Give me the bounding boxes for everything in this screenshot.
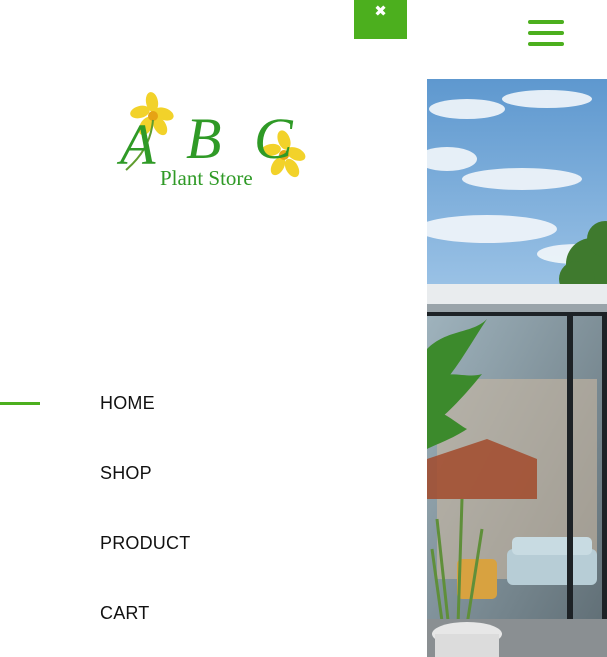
close-icon: ✖ (374, 2, 387, 20)
nav-link-product[interactable]: PRODUCT (100, 529, 190, 557)
nav-item-home: HOME (100, 389, 190, 459)
nav-link-home[interactable]: HOME (100, 389, 155, 417)
logo-letter-b: B (186, 106, 221, 171)
nav-item-shop: SHOP (100, 459, 190, 529)
logo-letter-c: C (254, 106, 294, 171)
hamburger-bar (528, 42, 564, 46)
nav-link-cart[interactable]: CART (100, 599, 149, 627)
nav-link-shop[interactable]: SHOP (100, 459, 152, 487)
page: ✖ A B C Plant Store HOME SHOP PRODUCT CA… (0, 0, 607, 657)
active-nav-indicator (0, 402, 40, 405)
hamburger-menu-icon[interactable] (526, 18, 566, 48)
close-button[interactable]: ✖ (354, 0, 407, 39)
hamburger-bar (528, 31, 564, 35)
nav-item-product: PRODUCT (100, 529, 190, 599)
hamburger-bar (528, 20, 564, 24)
nav-menu: HOME SHOP PRODUCT CART (100, 389, 190, 657)
nav-item-cart: CART (100, 599, 190, 657)
logo-tagline: Plant Store (160, 166, 253, 190)
logo-letter-a: A (116, 112, 156, 177)
side-drawer: ✖ A B C Plant Store HOME SHOP PRODUCT CA… (0, 0, 427, 657)
hero-image (427, 79, 607, 657)
store-logo[interactable]: A B C Plant Store (106, 92, 318, 192)
